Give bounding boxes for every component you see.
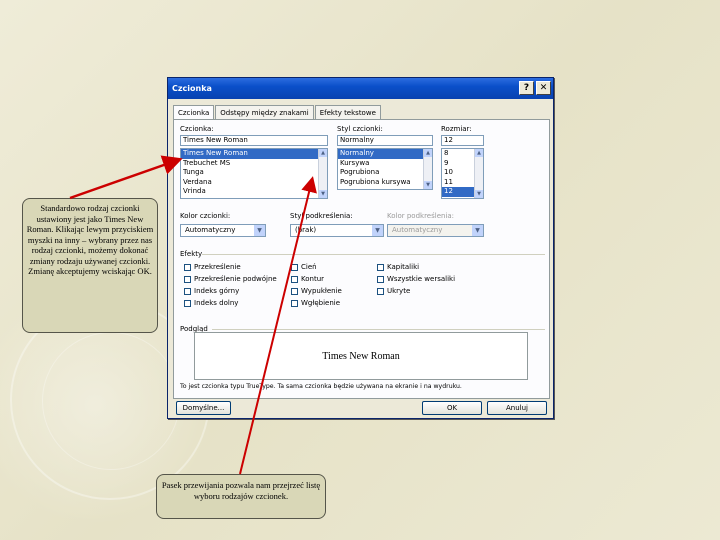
scroll-up-icon[interactable]: ▲ (424, 149, 432, 157)
effects-divider (202, 254, 545, 255)
scroll-down-icon[interactable]: ▼ (424, 181, 432, 189)
tab-strip: Czcionka Odstępy między znakami Efekty t… (173, 105, 382, 120)
ok-button[interactable]: OK (422, 401, 482, 415)
chevron-down-icon[interactable]: ▼ (254, 225, 265, 236)
font-list-item[interactable]: Trebuchet MS (181, 159, 327, 169)
style-list-scrollbar[interactable]: ▲ ▼ (423, 149, 432, 189)
emboss-checkbox[interactable]: Wypukłenie (291, 287, 342, 295)
double-strikethrough-checkbox[interactable]: Przekreślenie podwójne (184, 275, 277, 283)
hidden-checkbox[interactable]: Ukryte (377, 287, 410, 295)
font-list-item[interactable]: Times New Roman (181, 149, 327, 159)
scroll-up-icon[interactable]: ▲ (475, 149, 483, 157)
close-button[interactable]: ✕ (536, 81, 551, 95)
style-list-item[interactable]: Pogrubiona (338, 168, 432, 178)
font-label: Czcionka: (180, 125, 214, 133)
chevron-down-icon[interactable]: ▼ (372, 225, 383, 236)
font-input[interactable]: Times New Roman (180, 135, 328, 146)
style-list-item[interactable]: Normalny (338, 149, 432, 159)
default-button[interactable]: Domyślne... (176, 401, 231, 415)
annotation-font-selection: Standardowo rodzaj czcionki ustawiony je… (22, 198, 158, 333)
font-tab-panel: Czcionka: Times New Roman Times New Roma… (173, 119, 550, 399)
font-color-select[interactable]: Automatyczny ▼ (180, 224, 266, 237)
font-color-label: Kolor czcionki: (180, 212, 231, 220)
style-label: Styl czcionki: (337, 125, 383, 133)
underline-style-select[interactable]: (brak) ▼ (290, 224, 384, 237)
font-dialog: Czcionka ? ✕ Czcionka Odstępy między zna… (167, 77, 554, 419)
subscript-checkbox[interactable]: Indeks dolny (184, 299, 238, 307)
chevron-down-icon: ▼ (472, 225, 483, 236)
engrave-checkbox[interactable]: Wgłębienie (291, 299, 340, 307)
underline-style-value: (brak) (295, 226, 317, 234)
size-list-scrollbar[interactable]: ▲ ▼ (474, 149, 483, 198)
font-list[interactable]: Times New Roman Trebuchet MS Tunga Verda… (180, 148, 328, 199)
size-input[interactable]: 12 (441, 135, 484, 146)
font-list-scrollbar[interactable]: ▲ ▼ (318, 149, 327, 198)
tab-font[interactable]: Czcionka (173, 105, 215, 120)
underline-style-label: Styl podkreślenia: (290, 212, 353, 220)
dialog-title: Czcionka (172, 84, 212, 93)
strikethrough-checkbox[interactable]: Przekreślenie (184, 263, 241, 271)
style-input[interactable]: Normalny (337, 135, 433, 146)
scroll-down-icon[interactable]: ▼ (475, 190, 483, 198)
shadow-checkbox[interactable]: Cień (291, 263, 317, 271)
tab-text-effects[interactable]: Efekty tekstowe (314, 105, 381, 119)
help-button[interactable]: ? (519, 81, 534, 95)
underline-color-value: Automatyczny (392, 226, 443, 234)
small-caps-checkbox[interactable]: Kapitaliki (377, 263, 419, 271)
preview-text: Times New Roman (322, 351, 400, 362)
font-list-item[interactable]: Tunga (181, 168, 327, 178)
scroll-up-icon[interactable]: ▲ (319, 149, 327, 157)
truetype-info: To jest czcionka typu TrueType. Ta sama … (180, 383, 462, 390)
size-label: Rozmiar: (441, 125, 472, 133)
style-list-item[interactable]: Pogrubiona kursywa (338, 178, 432, 188)
size-list[interactable]: 8 9 10 11 12 ▲ ▼ (441, 148, 484, 199)
outline-checkbox[interactable]: Kontur (291, 275, 324, 283)
style-list[interactable]: Normalny Kursywa Pogrubiona Pogrubiona k… (337, 148, 433, 190)
superscript-checkbox[interactable]: Indeks górny (184, 287, 239, 295)
cancel-button[interactable]: Anuluj (487, 401, 547, 415)
underline-color-select: Automatyczny ▼ (387, 224, 484, 237)
tab-spacing[interactable]: Odstępy między znakami (215, 105, 314, 119)
all-caps-checkbox[interactable]: Wszystkie wersaliki (377, 275, 455, 283)
dialog-titlebar: Czcionka ? ✕ (168, 78, 553, 99)
font-list-item[interactable]: Verdana (181, 178, 327, 188)
underline-color-label: Kolor podkreślenia: (387, 212, 455, 220)
font-list-item[interactable]: Vrinda (181, 187, 327, 197)
font-color-value: Automatyczny (185, 226, 236, 234)
annotation-scrollbar: Pasek przewijania pozwala nam przejrzeć … (156, 474, 326, 519)
preview-box: Times New Roman (194, 332, 528, 380)
preview-divider (212, 329, 545, 330)
style-list-item[interactable]: Kursywa (338, 159, 432, 169)
effects-label: Efekty (180, 250, 203, 258)
scroll-down-icon[interactable]: ▼ (319, 190, 327, 198)
